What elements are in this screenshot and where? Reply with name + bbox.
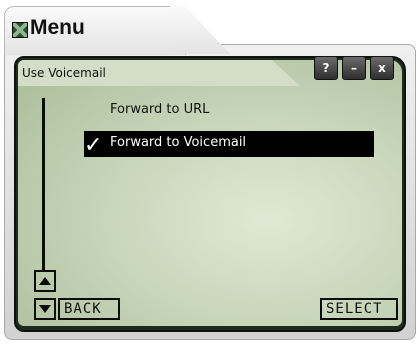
back-softkey[interactable]: BACK [58,298,120,320]
back-softkey-label: BACK [64,301,102,317]
window-title: Menu [30,16,85,39]
app-logo-icon [12,22,28,38]
scroll-up-button[interactable] [34,270,56,292]
option-label: Forward to URL [110,102,210,117]
help-icon: ? [322,61,330,75]
scroll-down-icon [39,305,51,313]
minimize-button[interactable]: – [342,56,366,80]
select-softkey-label: SELECT [326,301,383,317]
lcd-screen: Use Voicemail Forward to URL ✓ Forward t… [18,60,402,326]
screen-header: Use Voicemail [18,60,300,86]
option-forward-to-url[interactable]: Forward to URL [110,102,209,117]
help-button[interactable]: ? [314,56,338,80]
screen-header-label: Use Voicemail [22,66,106,80]
scroll-up-icon [39,277,51,285]
close-icon: x [378,61,386,75]
scroll-track [42,98,45,272]
select-softkey[interactable]: SELECT [320,298,398,320]
checkmark-icon: ✓ [84,133,103,158]
close-button[interactable]: x [370,56,394,80]
window-title-tab-slope [170,6,230,54]
scroll-down-button[interactable] [34,298,56,320]
option-forward-to-voicemail[interactable]: ✓ Forward to Voicemail [84,131,374,158]
option-label: Forward to Voicemail [110,135,247,150]
minimize-icon: – [351,61,357,75]
